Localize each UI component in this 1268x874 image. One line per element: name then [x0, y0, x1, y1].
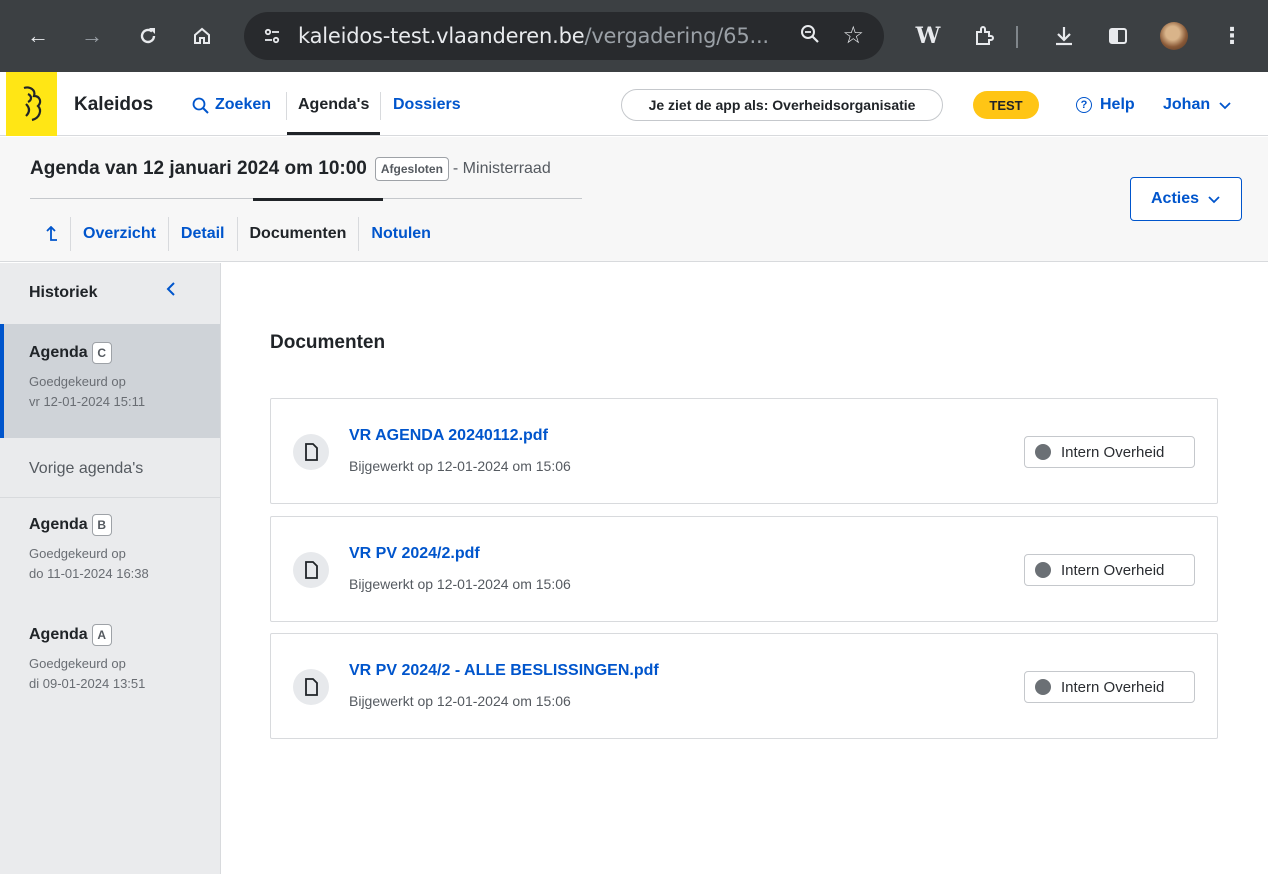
access-level-badge[interactable]: Intern Overheid: [1024, 436, 1195, 468]
agenda-date: do 11-01-2024 16:38: [29, 566, 149, 581]
meeting-kind: - Ministerraad: [452, 160, 551, 177]
help-icon: ?: [1076, 97, 1092, 113]
profile-avatar[interactable]: [1160, 22, 1188, 50]
flemish-lion-logo[interactable]: [6, 72, 57, 136]
document-card: VR PV 2024/2.pdf Bijgewerkt op 12-01-202…: [270, 516, 1218, 622]
actions-label: Acties: [1150, 190, 1200, 207]
reload-icon[interactable]: [130, 18, 166, 54]
agenda-status: Goedgekeurd op: [29, 546, 126, 561]
help-link[interactable]: ? Help: [1076, 96, 1135, 114]
browser-toolbar: ← → kaleidos-test.vlaanderen.be/vergader…: [0, 0, 1268, 72]
sidepanel-icon[interactable]: [1100, 18, 1136, 54]
app-header: Kaleidos Zoeken Agenda's Dossiers Je zie…: [0, 72, 1268, 136]
access-level-badge[interactable]: Intern Overheid: [1024, 554, 1195, 586]
document-card: VR PV 2024/2 - ALLE BESLISSINGEN.pdf Bij…: [270, 633, 1218, 739]
agenda-date: vr 12-01-2024 15:11: [29, 394, 146, 409]
back-icon[interactable]: ←: [20, 18, 56, 54]
agenda-letter-badge: B: [91, 514, 112, 536]
access-level-badge[interactable]: Intern Overheid: [1024, 671, 1195, 703]
help-label: Help: [1100, 96, 1135, 113]
url-text: kaleidos-test.vlaanderen.be/vergadering/…: [298, 24, 769, 48]
nav-dossiers-link[interactable]: Dossiers: [393, 96, 461, 114]
document-updated: Bijgewerkt op 12-01-2024 om 15:06: [349, 576, 571, 592]
zoom-icon[interactable]: [800, 24, 820, 50]
agenda-label: Agenda: [29, 516, 88, 533]
search-icon: [192, 97, 209, 114]
access-dot-icon: [1035, 444, 1051, 460]
nav-active-indicator: [287, 132, 380, 135]
agenda-version: Agenda C Goedgekeurd op vr 12-01-2024 15…: [29, 342, 145, 412]
site-info-icon[interactable]: [256, 20, 288, 52]
sidebar-item-agenda-a[interactable]: Agenda A Goedgekeurd op di 09-01-2024 13…: [29, 624, 145, 694]
page-title: Agenda van 12 januari 2024 om 10:00: [30, 158, 367, 179]
status-badge: Afgesloten: [374, 157, 449, 181]
meeting-tabs: Overzicht Detail Documenten Notulen: [30, 217, 443, 251]
home-icon[interactable]: [184, 18, 220, 54]
user-name: Johan: [1163, 96, 1211, 113]
nav-search-link[interactable]: Zoeken: [192, 96, 271, 114]
actions-button[interactable]: Acties: [1130, 177, 1242, 221]
history-sidebar: Historiek Agenda C Goedgekeurd op vr 12-…: [0, 263, 221, 874]
user-menu[interactable]: Johan: [1163, 96, 1232, 114]
access-level-label: Intern Overheid: [1061, 678, 1165, 696]
agenda-status: Goedgekeurd op: [29, 656, 126, 671]
document-icon: [293, 434, 329, 470]
tab-documents[interactable]: Documenten: [236, 217, 359, 251]
toolbar-separator: [1016, 26, 1018, 48]
agenda-letter-badge: A: [91, 624, 112, 646]
forward-icon[interactable]: →: [74, 18, 110, 54]
nav-search-label: Zoeken: [215, 96, 272, 113]
document-icon: [293, 669, 329, 705]
collapse-sidebar-icon[interactable]: [164, 280, 178, 304]
extensions-icon[interactable]: [966, 18, 1002, 54]
divider: [0, 497, 220, 498]
menu-icon[interactable]: ⋮: [1214, 18, 1250, 54]
documents-heading: Documenten: [270, 332, 386, 353]
document-link[interactable]: VR PV 2024/2.pdf: [349, 545, 480, 563]
url-path: /vergadering/65...: [584, 24, 769, 48]
arrow-up-icon: [46, 226, 57, 241]
nav-agendas-tab[interactable]: Agenda's: [298, 96, 369, 114]
chevron-down-icon: [1208, 196, 1220, 204]
viewing-as-pill[interactable]: Je ziet de app als: Overheidsorganisatie: [621, 89, 943, 121]
document-link[interactable]: VR AGENDA 20240112.pdf: [349, 427, 548, 445]
access-level-label: Intern Overheid: [1061, 443, 1165, 461]
tab-overview[interactable]: Overzicht: [70, 217, 168, 251]
tab-minutes[interactable]: Notulen: [358, 217, 443, 251]
document-link[interactable]: VR PV 2024/2 - ALLE BESLISSINGEN.pdf: [349, 662, 659, 680]
meeting-header: Agenda van 12 januari 2024 om 10:00 Afge…: [0, 137, 1268, 262]
star-icon[interactable]: ☆: [842, 21, 864, 50]
agenda-label: Agenda: [29, 626, 88, 643]
previous-agendas-heading: Vorige agenda's: [29, 460, 144, 477]
tab-active-indicator: [253, 198, 383, 201]
sidebar-title: Historiek: [29, 284, 98, 301]
agenda-label: Agenda: [29, 344, 88, 361]
agenda-date: di 09-01-2024 13:51: [29, 676, 146, 691]
document-icon: [293, 552, 329, 588]
tab-detail[interactable]: Detail: [167, 217, 237, 251]
app-brand[interactable]: Kaleidos: [74, 94, 153, 116]
chevron-down-icon: [1219, 102, 1231, 110]
agenda-letter-badge: C: [91, 342, 112, 364]
environment-badge: TEST: [973, 91, 1039, 119]
meeting-title-row: Agenda van 12 januari 2024 om 10:00 Afge…: [30, 157, 551, 181]
wikipedia-extension-icon[interactable]: W: [910, 18, 946, 54]
access-dot-icon: [1035, 679, 1051, 695]
document-updated: Bijgewerkt op 12-01-2024 om 15:06: [349, 458, 571, 474]
access-level-label: Intern Overheid: [1061, 561, 1165, 579]
access-dot-icon: [1035, 562, 1051, 578]
download-icon[interactable]: [1046, 18, 1082, 54]
nav-divider: [380, 92, 381, 120]
document-updated: Bijgewerkt op 12-01-2024 om 15:06: [349, 693, 571, 709]
url-host: kaleidos-test.vlaanderen.be: [298, 24, 585, 48]
tab-back[interactable]: [30, 217, 70, 251]
address-bar[interactable]: kaleidos-test.vlaanderen.be/vergadering/…: [244, 12, 884, 60]
agenda-status: Goedgekeurd op: [29, 374, 126, 389]
sidebar-item-current-agenda[interactable]: Agenda C Goedgekeurd op vr 12-01-2024 15…: [0, 324, 220, 438]
nav-divider: [286, 92, 287, 120]
sidebar-item-agenda-b[interactable]: Agenda B Goedgekeurd op do 11-01-2024 16…: [29, 514, 149, 584]
document-card: VR AGENDA 20240112.pdf Bijgewerkt op 12-…: [270, 398, 1218, 504]
